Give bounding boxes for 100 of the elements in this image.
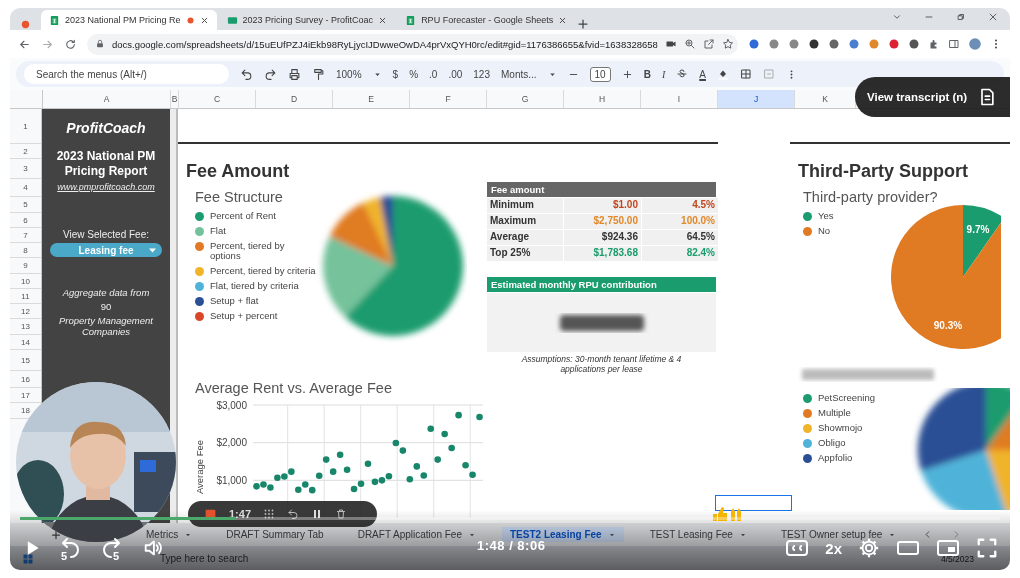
column-header[interactable]: H [564, 90, 641, 108]
row-number: 14 [10, 335, 41, 350]
close-icon[interactable] [378, 15, 388, 25]
column-header[interactable]: E [333, 90, 410, 108]
legend-label: Flat, tiered by criteria [210, 281, 299, 291]
strikethrough-icon[interactable] [676, 68, 689, 80]
row-number: 4 [10, 179, 41, 197]
sheet-tab[interactable]: DRAFT Summary Tab [218, 527, 332, 542]
browser-tab[interactable]: 2023 National PM Pricing Re [41, 10, 217, 30]
data-point [420, 472, 428, 479]
avatar-icon[interactable] [968, 37, 982, 51]
taskbar-search-field[interactable]: Type here to search [160, 553, 249, 564]
zoom-select[interactable]: 100% [336, 68, 362, 80]
assumptions-note: Assumptions: 30-month tenant lifetime & 4 applications per lease [520, 354, 683, 374]
italic-button[interactable]: I [661, 68, 666, 80]
row-number: 7 [10, 228, 41, 243]
column-header[interactable]: B [171, 90, 179, 108]
playback-speed[interactable]: 2x [825, 539, 842, 557]
column-header[interactable]: J [718, 90, 795, 108]
forward-button[interactable]: 5 [100, 535, 126, 561]
undo-icon[interactable] [240, 67, 253, 81]
column-header[interactable]: F [410, 90, 487, 108]
new-tab-icon[interactable] [577, 18, 590, 30]
font-select[interactable]: Monts... [501, 68, 537, 80]
brand-name: ProfitCoach [66, 119, 146, 137]
legend-label: Percent, tiered by criteria [210, 266, 316, 276]
fullscreen-icon[interactable] [976, 537, 998, 559]
sheet-tab[interactable]: TEST Owner setup fee [772, 527, 905, 542]
data-point [469, 471, 476, 478]
fee-label: View Selected Fee: [63, 229, 149, 240]
restore-icon[interactable] [956, 11, 966, 22]
website-link[interactable]: www.pmprofitcoach.com [57, 182, 155, 192]
sidebar-icon[interactable] [948, 38, 960, 50]
trash-icon[interactable] [335, 508, 348, 520]
close-icon[interactable] [199, 15, 209, 25]
number-format-button[interactable]: % [409, 68, 419, 80]
close-icon[interactable] [988, 11, 998, 22]
number-format-button[interactable]: 123 [473, 68, 490, 80]
column-header[interactable]: D [256, 90, 333, 108]
data-point [406, 475, 414, 483]
redo-icon[interactable] [264, 67, 277, 81]
aggregate-note: Property Management Companies [58, 315, 154, 337]
share-icon[interactable] [702, 38, 715, 50]
text-color-button[interactable]: A [699, 68, 706, 80]
column-header[interactable]: G [487, 90, 564, 108]
legend-label: Obligo [818, 438, 846, 448]
legend-label: Multiple [818, 408, 851, 418]
bold-button[interactable]: B [643, 68, 651, 80]
font-size-field[interactable]: 10 [589, 66, 611, 82]
sheets-icon [405, 14, 417, 26]
column-header[interactable]: A [43, 90, 171, 108]
row-number: 15 [10, 350, 41, 371]
recording-icon [20, 19, 31, 30]
rewind-button[interactable]: 5 [58, 535, 84, 561]
number-format-button[interactable]: .00 [448, 68, 463, 80]
data-point [322, 456, 330, 463]
print-icon[interactable] [288, 67, 301, 81]
undo-icon[interactable] [287, 508, 300, 520]
row-number: 12 [10, 304, 41, 319]
row-number: 8 [10, 243, 41, 258]
data-point [448, 444, 455, 452]
row-number: 2 [10, 144, 41, 159]
survey-icon [226, 14, 238, 26]
number-format-button[interactable]: $ [392, 68, 399, 80]
extension-icon[interactable] [808, 38, 820, 50]
borders-icon[interactable] [739, 68, 752, 80]
sheet-tab[interactable]: TEST2 Leasing Fee [502, 527, 624, 542]
browser-tab[interactable]: RPU Forecaster - Google Sheets [397, 10, 576, 30]
table-header: Estimated monthly RPU contribution [487, 277, 716, 292]
table-cell: $1,783.68 [564, 246, 641, 261]
windows-icon[interactable] [22, 552, 34, 565]
fill-color-icon[interactable] [716, 68, 729, 80]
menu-search-field[interactable]: Search the menus (Alt+/) [24, 64, 229, 84]
zoom-icon[interactable] [683, 38, 696, 50]
close-icon[interactable] [558, 15, 568, 25]
axis-title: Average Fee [194, 439, 205, 495]
taskbar-date: 4/5/2023 [940, 553, 974, 564]
plus-icon[interactable] [621, 68, 633, 80]
chart-title: Average Rent vs. Average Fee [195, 379, 393, 397]
paint-format-icon[interactable] [312, 67, 325, 81]
browser-tab[interactable]: 2023 Pricing Survey - ProfitCoac [218, 10, 396, 30]
sheet-tab[interactable]: Metrics [138, 527, 201, 542]
column-header[interactable]: C [179, 90, 256, 108]
grid-icon[interactable] [263, 508, 276, 520]
data-point [343, 466, 351, 474]
data-point [336, 451, 344, 458]
data-point [364, 460, 372, 468]
address-bar[interactable]: docs.google.com/spreadsheets/d/15uEUfPZJ4iEkb98RyLjycIJDwweOwDA4prVxQYH0rc/edit#gid=1176386655&fvid=1638328658 [87, 33, 738, 55]
puzzle-icon[interactable] [928, 38, 940, 50]
row-number: 3 [10, 159, 41, 179]
sheet-tab[interactable]: TEST Leasing Fee [641, 527, 755, 542]
transcript-button[interactable]: View transcript (n) [855, 77, 1010, 117]
reload-icon[interactable] [64, 37, 77, 51]
extension-icon[interactable] [828, 38, 840, 50]
star-icon[interactable] [721, 38, 734, 50]
progress-bar[interactable] [20, 517, 1000, 520]
table-cell: Average [487, 230, 563, 245]
extension-icon[interactable] [908, 38, 920, 50]
number-format-button[interactable]: .0 [429, 68, 438, 80]
row-number: 9 [10, 258, 41, 274]
